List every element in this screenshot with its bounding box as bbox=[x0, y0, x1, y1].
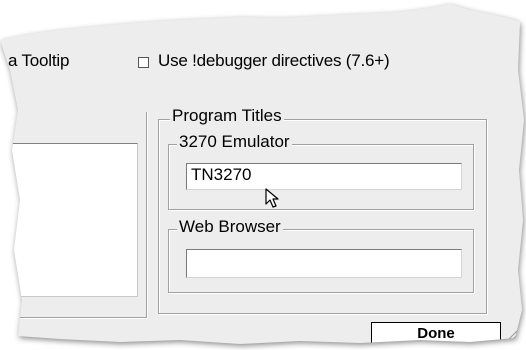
dialog-shadow: a Tooltip Use !debugger directives (7.6+… bbox=[0, 0, 526, 350]
emulator-field[interactable]: TN3270 bbox=[186, 163, 462, 190]
screenshot-canvas: a Tooltip Use !debugger directives (7.6+… bbox=[0, 0, 526, 350]
web-browser-field[interactable] bbox=[186, 249, 462, 278]
tooltip-option-label[interactable]: a Tooltip bbox=[8, 51, 69, 71]
program-titles-legend: Program Titles bbox=[170, 106, 284, 126]
debugger-directives-label[interactable]: Use !debugger directives (7.6+) bbox=[158, 51, 390, 71]
debugger-directives-checkbox[interactable] bbox=[138, 57, 149, 68]
emulator-legend: 3270 Emulator bbox=[177, 132, 292, 152]
resize-grip-icon[interactable] bbox=[504, 326, 520, 342]
web-browser-legend: Web Browser bbox=[177, 217, 283, 237]
settings-dialog: a Tooltip Use !debugger directives (7.6+… bbox=[0, 4, 524, 344]
mouse-pointer-icon bbox=[265, 188, 279, 208]
done-button[interactable]: Done bbox=[371, 322, 501, 344]
left-list-box[interactable] bbox=[0, 143, 138, 297]
